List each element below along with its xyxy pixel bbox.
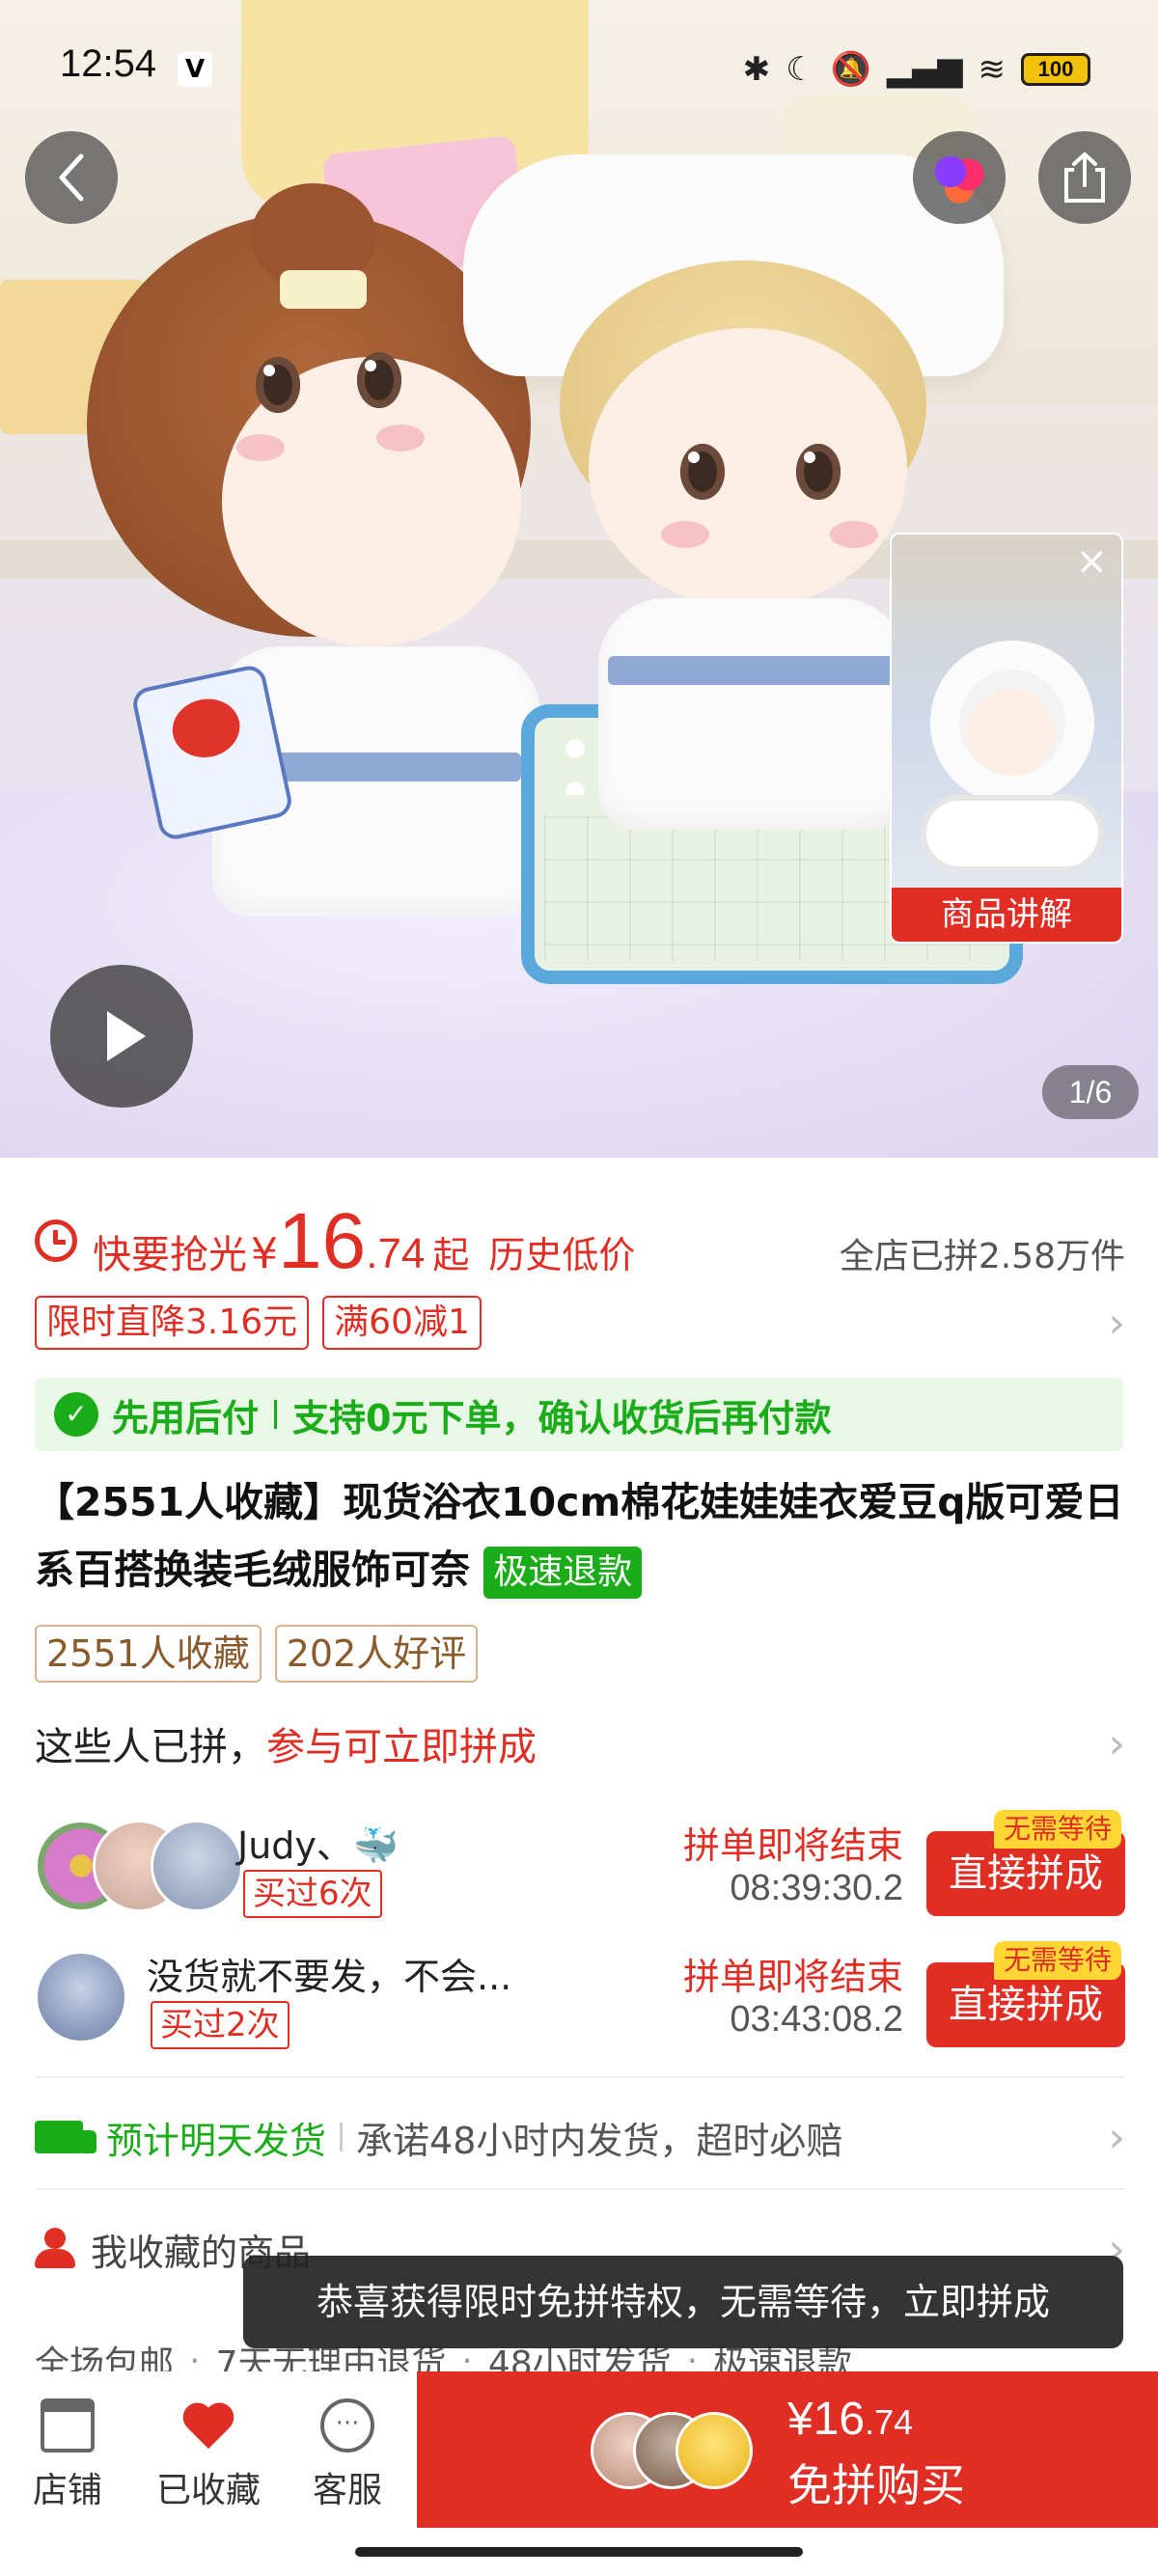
group-buy-item: Judy、🐳 买过6次 拼单即将结束 08:39:30.2 直接拼成 无需等待	[35, 1810, 1125, 1922]
product-video-card[interactable]: × 商品讲解	[890, 533, 1123, 944]
share-button[interactable]	[1038, 131, 1131, 224]
chat-icon	[320, 2398, 374, 2453]
group-member-name: Judy、🐳	[237, 1824, 400, 1867]
home-indicator[interactable]	[355, 2547, 803, 2557]
group-buy-item: 没货就不要发，不会... 买过2次 拼单即将结束 03:43:08.2 直接拼成…	[35, 1941, 1125, 2053]
currency-symbol: ¥	[251, 1229, 278, 1278]
store-button[interactable]: 店铺	[10, 2398, 125, 2512]
group-ending-label: 拼单即将结束	[682, 1824, 903, 1867]
wifi-icon: ≋	[978, 50, 1006, 89]
avatar	[676, 2412, 753, 2489]
collected-label: 已收藏	[155, 2471, 261, 2510]
no-wait-badge: 无需等待	[993, 1941, 1121, 1980]
hurry-label: 快要抢光	[93, 1233, 247, 1277]
avatar	[151, 1820, 243, 1912]
heart-icon	[181, 2398, 235, 2453]
pay-later-desc: 支持0元下单，确认收货后再付款	[292, 1396, 832, 1439]
close-icon[interactable]: ×	[1075, 542, 1108, 581]
app-notification-icon: V	[178, 52, 212, 87]
image-pager: 1/6	[1042, 1065, 1139, 1119]
group-ending-label: 拼单即将结束	[682, 1956, 903, 1998]
buy-now-button[interactable]: ¥16.74 免拼购买	[417, 2371, 1158, 2528]
divider	[35, 2188, 1125, 2190]
group-buy-prefix: 这些人已拼，	[35, 1725, 266, 1769]
alarm-clock-icon	[35, 1219, 77, 1262]
status-icons: ✱ ☾ 🔕 ▂▄▆ ≋ 100	[656, 48, 1090, 91]
divider	[340, 2123, 344, 2151]
store-icon	[41, 2398, 95, 2453]
status-bar: 12:54 V ✱ ☾ 🔕 ▂▄▆ ≋ 100	[0, 0, 1158, 135]
group-countdown: 03:43:08.2	[730, 1999, 903, 2040]
shipping-text: 承诺48小时内发货，超时必赔	[356, 2119, 843, 2162]
price-row: 快要抢光 ¥ 16 .74 起 历史低价 全店已拼2.58万件	[35, 1197, 1125, 1285]
buy-price-integer: ¥16	[787, 2394, 866, 2445]
signal-icon: ▂▄▆	[887, 50, 963, 89]
store-label: 店铺	[32, 2471, 102, 2510]
good-reviews-badge: 202人好评	[274, 1625, 479, 1683]
buy-label: 免拼购买	[787, 2459, 965, 2511]
price-integer: 16	[278, 1197, 367, 1285]
shipping-row[interactable]: 预计明天发货 承诺48小时内发货，超时必赔 ›	[35, 2103, 1125, 2171]
sold-count: 全店已拼2.58万件	[839, 1237, 1125, 1276]
group-buy-join: 参与可立即拼成	[266, 1725, 537, 1769]
group-member-name: 没货就不要发，不会...	[147, 1956, 512, 1998]
mute-icon: 🔕	[830, 50, 872, 89]
bottom-action-bar: 店铺 已收藏 客服 ¥16.74 免拼购买	[0, 2371, 1158, 2576]
favorites-count-badge: 2551人收藏	[35, 1625, 262, 1683]
video-thumbnail-tub	[921, 795, 1104, 872]
customer-service-button[interactable]: 客服	[290, 2398, 405, 2512]
promo-row[interactable]: 限时直降3.16元 满60减1 ›	[35, 1295, 1125, 1351]
pay-later-title: 先用后付	[112, 1396, 260, 1439]
avatar	[35, 1951, 127, 2043]
promo-tag-discount: 限时直降3.16元	[35, 1296, 310, 1350]
pay-later-banner[interactable]: ✓ 先用后付 支持0元下单，确认收货后再付款	[35, 1378, 1123, 1451]
chevron-right-icon: ›	[1108, 2112, 1125, 2162]
customer-service-label: 客服	[312, 2471, 382, 2510]
group-countdown: 08:39:30.2	[730, 1868, 903, 1908]
truck-icon	[35, 2121, 96, 2153]
person-icon	[35, 2228, 77, 2270]
moon-icon: ☾	[786, 50, 815, 89]
chevron-left-icon	[59, 153, 84, 202]
divider	[274, 1400, 278, 1429]
battery-icon: 100	[1021, 53, 1090, 86]
collected-button[interactable]: 已收藏	[151, 2398, 266, 2512]
play-button[interactable]	[50, 965, 193, 1108]
badge-row: 2551人收藏 202人好评	[35, 1625, 479, 1683]
bought-times-badge: 买过2次	[151, 2001, 290, 2049]
shipping-highlight: 预计明天发货	[106, 2119, 327, 2162]
share-icon	[1064, 152, 1105, 203]
status-time: 12:54	[60, 42, 157, 85]
group-buy-header[interactable]: 这些人已拼， 参与可立即拼成 ›	[35, 1710, 1125, 1777]
back-button[interactable]	[25, 131, 118, 224]
ai-assistant-button[interactable]	[913, 131, 1006, 224]
buy-price: ¥16.74	[787, 2393, 913, 2446]
bought-times-badge: 买过6次	[243, 1870, 382, 1918]
bluetooth-icon: ✱	[742, 50, 771, 89]
product-title: 【2551人收藏】现货浴衣10cm棉花娃娃娃衣爱豆q版可爱日系百搭换装毛绒服饰可…	[35, 1468, 1125, 1603]
video-thumbnail-face	[967, 689, 1054, 776]
chevron-right-icon: ›	[1108, 1718, 1125, 1768]
toast-message: 恭喜获得限时免拼特权，无需等待，立即拼成	[243, 2256, 1123, 2348]
buy-price-decimal: .74	[865, 2402, 914, 2442]
price-suffix: 起	[432, 1234, 470, 1276]
promo-tag-threshold: 满60减1	[322, 1296, 482, 1350]
chevron-right-icon: ›	[1108, 1298, 1125, 1348]
no-wait-badge: 无需等待	[993, 1810, 1121, 1849]
fast-refund-tag: 极速退款	[483, 1547, 643, 1599]
divider	[35, 2076, 1125, 2078]
ai-orb-icon	[930, 149, 988, 206]
pay-later-shield-icon: ✓	[54, 1392, 98, 1437]
video-card-label: 商品讲解	[892, 888, 1121, 942]
history-low-label: 历史低价	[488, 1234, 636, 1276]
price-decimal: .74	[366, 1230, 426, 1277]
